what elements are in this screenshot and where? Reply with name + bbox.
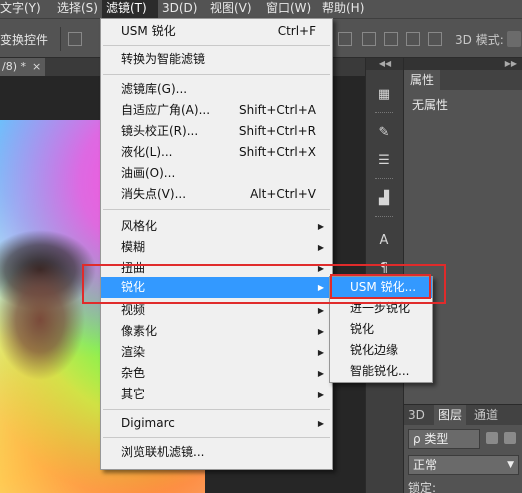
menu-item-lens-correction[interactable]: 镜头校正(R)... Shift+Ctrl+R [101, 121, 332, 142]
annotation-highlight-box [330, 274, 431, 299]
layer-kind-filter[interactable]: ρ 类型 [408, 429, 480, 449]
blend-mode-select[interactable]: 正常 ▼ [408, 455, 519, 475]
submenu-arrow-icon: ▶ [317, 222, 324, 231]
tab-layers[interactable]: 图层 [434, 405, 467, 425]
character-icon[interactable]: A [374, 230, 394, 250]
menu-item-stylize[interactable]: 风格化 ▶ [101, 216, 332, 237]
tab-properties[interactable]: 属性 [404, 70, 441, 90]
expand-panels-icon[interactable]: ▶▶ [505, 58, 517, 70]
menu-item-last-filter[interactable]: USM 锐化 Ctrl+F [101, 21, 332, 42]
collapse-icon[interactable]: ◀◀ [366, 58, 404, 70]
properties-tab-row: 属性 [404, 70, 522, 90]
menu-view[interactable]: 视图(V) [206, 0, 262, 18]
adjustment-filter-icon[interactable] [504, 432, 516, 444]
align-right-icon[interactable] [338, 32, 352, 46]
distribute-center-icon[interactable] [384, 32, 398, 46]
panel-header-strip: ▶▶ [404, 58, 522, 70]
menu-item-pixelate[interactable]: 像素化 ▶ [101, 321, 332, 342]
submenu-arrow-icon: ▶ [317, 243, 324, 252]
filter-menu: USM 锐化 Ctrl+F 转换为智能滤镜 滤镜库(G)... 自适应广角(A)… [100, 18, 333, 470]
lock-label: 锁定: [408, 481, 437, 493]
tab-channels[interactable]: 通道 [474, 405, 498, 425]
menu-help[interactable]: 帮助(H) [318, 0, 378, 18]
menu-separator [103, 74, 330, 75]
distribute-top-icon[interactable] [362, 32, 376, 46]
submenu-arrow-icon: ▶ [317, 419, 324, 428]
menu-item-oil-paint[interactable]: 油画(O)... [101, 163, 332, 184]
menu-item-blur[interactable]: 模糊 ▶ [101, 237, 332, 258]
menu-item-digimarc[interactable]: Digimarc ▶ [101, 413, 332, 434]
history-icon[interactable]: ▦ [374, 84, 394, 104]
image-filter-icon[interactable] [486, 432, 498, 444]
layers-tab-row: 3D 图层 通道 [404, 405, 522, 425]
distribute-bottom-icon[interactable] [406, 32, 420, 46]
menu-separator [103, 45, 330, 46]
submenu-item-sharpen[interactable]: 锐化 [330, 319, 432, 340]
menu-item-liquify[interactable]: 液化(L)... Shift+Ctrl+X [101, 142, 332, 163]
menu-separator [103, 437, 330, 438]
submenu-arrow-icon: ▶ [317, 369, 324, 378]
close-icon[interactable]: × [32, 60, 41, 73]
menu-window[interactable]: 窗口(W) [262, 0, 318, 18]
menu-item-other[interactable]: 其它 ▶ [101, 384, 332, 405]
document-tab[interactable]: /8) * × [0, 58, 45, 76]
submenu-arrow-icon: ▶ [317, 327, 324, 336]
panel-divider [375, 112, 393, 115]
panel-divider [375, 178, 393, 181]
blend-mode-value: 正常 [413, 458, 438, 472]
3d-mode-label: 3D 模式: [455, 33, 504, 47]
brush-icon[interactable]: ✎ [374, 122, 394, 142]
distribute-left-icon[interactable] [428, 32, 442, 46]
adjust-sliders-icon[interactable]: ☰ [374, 150, 394, 170]
chevron-down-icon: ▼ [507, 460, 514, 470]
menu-item-filter-gallery[interactable]: 滤镜库(G)... [101, 79, 332, 100]
menu-3d[interactable]: 3D(D) [158, 0, 206, 18]
no-properties-text: 无属性 [412, 98, 449, 112]
menu-type[interactable]: 文字(Y) [0, 0, 53, 18]
menu-item-render[interactable]: 渲染 ▶ [101, 342, 332, 363]
menu-item-browse-online-filters[interactable]: 浏览联机滤镜... [101, 442, 332, 463]
menu-item-vanishing-point[interactable]: 消失点(V)... Alt+Ctrl+V [101, 184, 332, 205]
align-top-icon[interactable] [68, 32, 82, 46]
menu-filter[interactable]: 滤镜(T) [102, 0, 158, 18]
submenu-item-sharpen-edges[interactable]: 锐化边缘 [330, 340, 432, 361]
menu-select[interactable]: 选择(S) [53, 0, 102, 18]
menu-item-adaptive-wide-angle[interactable]: 自适应广角(A)... Shift+Ctrl+A [101, 100, 332, 121]
options-separator [60, 27, 61, 51]
document-tab-label: /8) * [2, 60, 26, 73]
tab-3d[interactable]: 3D [408, 405, 425, 425]
menu-item-convert-smart-filter[interactable]: 转换为智能滤镜 [101, 49, 332, 70]
menu-item-noise[interactable]: 杂色 ▶ [101, 363, 332, 384]
menu-bar: 文字(Y) 选择(S) 滤镜(T) 3D(D) 视图(V) 窗口(W) 帮助(H… [0, 0, 522, 18]
submenu-item-smart-sharpen[interactable]: 智能锐化... [330, 361, 432, 382]
layers-panel: 3D 图层 通道 ρ 类型 正常 ▼ 锁定: [404, 404, 522, 493]
panel-divider [375, 216, 393, 219]
submenu-arrow-icon: ▶ [317, 348, 324, 357]
menu-separator [103, 209, 330, 210]
submenu-arrow-icon: ▶ [317, 390, 324, 399]
3d-rotate-icon[interactable] [507, 31, 521, 47]
clone-source-icon[interactable]: ▟ [374, 188, 394, 208]
menu-separator [103, 409, 330, 410]
show-transform-controls-label[interactable]: 变换控件 [0, 31, 48, 48]
